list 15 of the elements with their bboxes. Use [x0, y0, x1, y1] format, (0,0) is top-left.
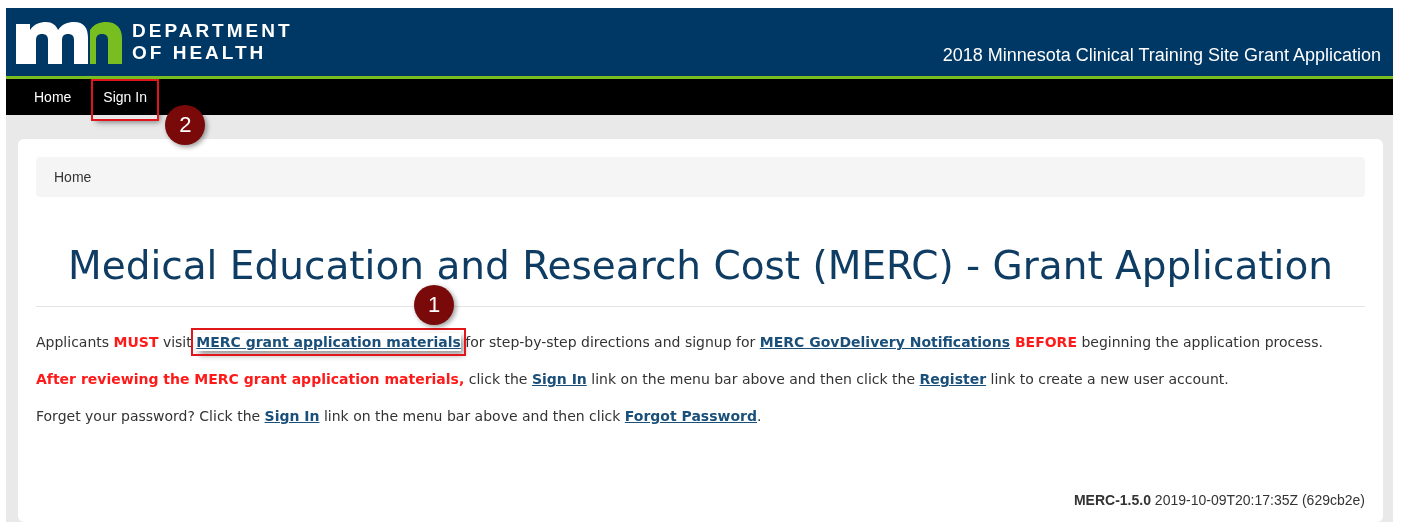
version-info: MERC-1.5.0 2019-10-09T20:17:35Z (629cb2e)	[1072, 492, 1365, 508]
logo-icon	[16, 20, 122, 64]
application-title: 2018 Minnesota Clinical Training Site Grant Application	[942, 44, 1381, 66]
instruction-paragraph: After reviewing the MERC grant application materials, click the Sign In link on the menu bar above and then click the Register link to create a new user account.	[36, 369, 1230, 390]
menu-link[interactable]: Home	[24, 81, 82, 113]
department-logo-text: DEPARTMENT OF HEALTH	[132, 20, 293, 64]
breadcrumb: Home	[36, 157, 1365, 197]
text-link[interactable]: Register	[919, 370, 987, 388]
text-link[interactable]: Forgot Password	[624, 407, 757, 425]
instruction-paragraph: Forget your password? Click the Sign In link on the menu bar above and then click Forgot Password.	[36, 406, 763, 427]
callout-badge: 1	[414, 285, 455, 325]
text-link[interactable]: Sign In	[531, 370, 587, 388]
text-link[interactable]: MERC GovDelivery Notifications	[759, 333, 1011, 351]
text-link[interactable]: Sign In	[264, 407, 320, 425]
callout-badge: 2	[165, 105, 206, 145]
